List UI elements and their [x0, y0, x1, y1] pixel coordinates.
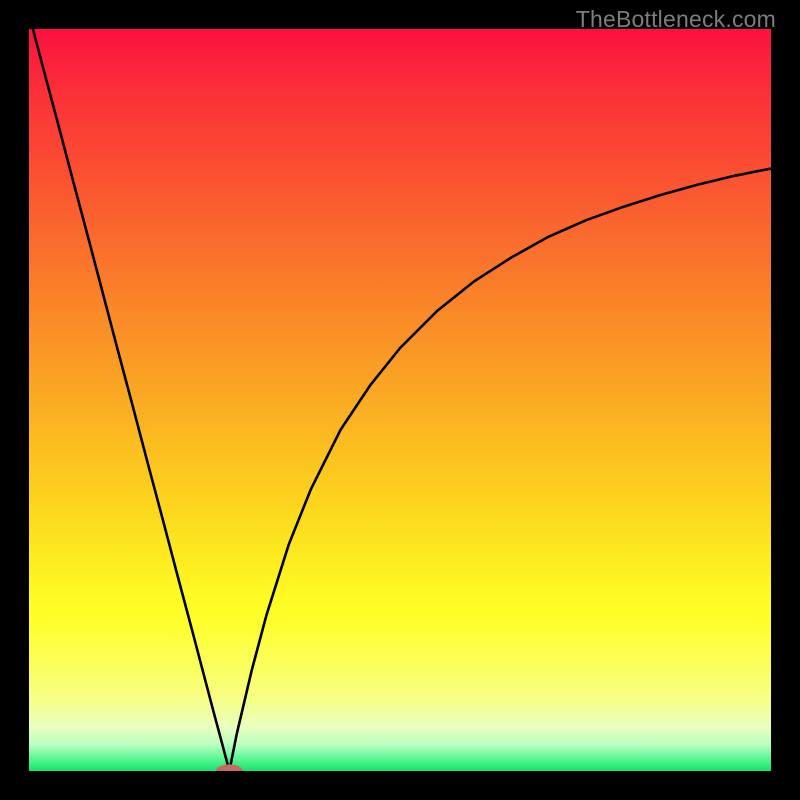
chart-frame: TheBottleneck.com	[0, 0, 800, 800]
plot-area	[29, 29, 771, 771]
chart-svg	[29, 29, 771, 771]
gradient-background	[29, 29, 771, 771]
